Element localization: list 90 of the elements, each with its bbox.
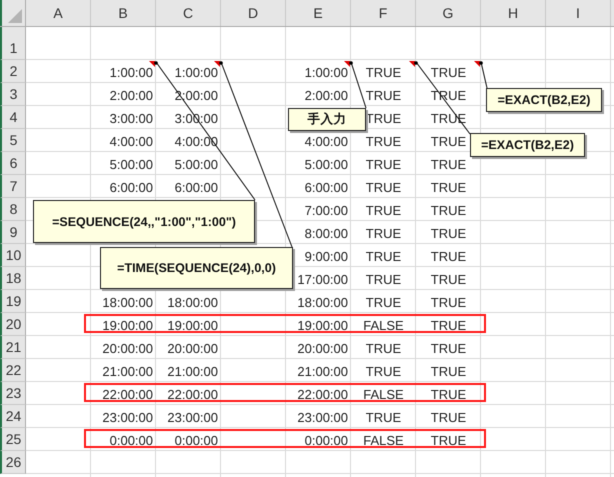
row-header[interactable]: 22: [0, 359, 26, 382]
table-cell[interactable]: TRUE: [416, 359, 481, 382]
comment-tooltip: =EXACT(B2,E2): [470, 133, 585, 157]
row-header[interactable]: 4: [0, 106, 26, 129]
table-cell[interactable]: 1:00:00: [156, 60, 221, 83]
table-cell[interactable]: TRUE: [416, 198, 481, 221]
table-cell[interactable]: 21:00:00: [286, 359, 351, 382]
table-cell[interactable]: 18:00:00: [286, 290, 351, 313]
row-header[interactable]: 9: [0, 221, 26, 244]
table-cell[interactable]: TRUE: [351, 152, 416, 175]
row-header[interactable]: 25: [0, 428, 26, 451]
table-cell[interactable]: TRUE: [351, 221, 416, 244]
table-cell[interactable]: TRUE: [351, 60, 416, 83]
table-cell[interactable]: TRUE: [416, 267, 481, 290]
comment-tooltip: =SEQUENCE(24,,"1:00","1:00"): [33, 200, 255, 243]
table-cell[interactable]: 18:00:00: [91, 290, 156, 313]
table-cell[interactable]: TRUE: [351, 336, 416, 359]
table-cell[interactable]: 20:00:00: [156, 336, 221, 359]
table-cell[interactable]: 6:00:00: [286, 175, 351, 198]
table-cell[interactable]: 21:00:00: [156, 359, 221, 382]
comment-tooltip: =EXACT(B2,E2): [486, 88, 602, 112]
table-cell[interactable]: TRUE: [416, 382, 481, 405]
table-cell[interactable]: FALSE: [351, 382, 416, 405]
table-cell[interactable]: 23:00:00: [286, 405, 351, 428]
table-cell[interactable]: 21:00:00: [91, 359, 156, 382]
table-cell[interactable]: 6:00:00: [91, 175, 156, 198]
table-cell[interactable]: TRUE: [416, 175, 481, 198]
comment-tooltip: =TIME(SEQUENCE(24),0,0): [100, 247, 293, 289]
table-cell[interactable]: 0:00:00: [91, 428, 156, 451]
table-cell[interactable]: TRUE: [416, 336, 481, 359]
row-header[interactable]: 6: [0, 152, 26, 175]
table-cell[interactable]: 4:00:00: [286, 129, 351, 152]
row-header[interactable]: 2: [0, 60, 26, 83]
table-cell[interactable]: TRUE: [416, 428, 481, 451]
table-cell[interactable]: 22:00:00: [156, 382, 221, 405]
row-header[interactable]: 5: [0, 129, 26, 152]
table-cell[interactable]: TRUE: [351, 175, 416, 198]
table-cell[interactable]: 5:00:00: [286, 152, 351, 175]
table-cell[interactable]: 5:00:00: [91, 152, 156, 175]
table-cell[interactable]: 22:00:00: [91, 382, 156, 405]
row-header[interactable]: 7: [0, 175, 26, 198]
table-cell[interactable]: 19:00:00: [156, 313, 221, 336]
table-cell[interactable]: TRUE: [416, 290, 481, 313]
row-header[interactable]: 20: [0, 313, 26, 336]
row-header[interactable]: 23: [0, 382, 26, 405]
table-cell[interactable]: TRUE: [351, 129, 416, 152]
table-cell[interactable]: 19:00:00: [286, 313, 351, 336]
table-cell[interactable]: 1:00:00: [286, 60, 351, 83]
table-cell[interactable]: 23:00:00: [156, 405, 221, 428]
table-cell[interactable]: TRUE: [416, 405, 481, 428]
table-cell[interactable]: 22:00:00: [286, 382, 351, 405]
row-header[interactable]: 24: [0, 405, 26, 428]
table-cell[interactable]: 3:00:00: [91, 106, 156, 129]
table-cell[interactable]: 18:00:00: [156, 290, 221, 313]
table-cell[interactable]: TRUE: [351, 359, 416, 382]
table-cell[interactable]: 20:00:00: [286, 336, 351, 359]
table-cell[interactable]: TRUE: [351, 290, 416, 313]
table-cell[interactable]: TRUE: [416, 221, 481, 244]
table-cell[interactable]: 1:00:00: [91, 60, 156, 83]
table-cell[interactable]: FALSE: [351, 313, 416, 336]
table-cell[interactable]: TRUE: [351, 198, 416, 221]
row-header[interactable]: 8: [0, 198, 26, 221]
row-header[interactable]: 21: [0, 336, 26, 359]
table-cell[interactable]: TRUE: [416, 313, 481, 336]
row-header[interactable]: 10: [0, 244, 26, 267]
row-header[interactable]: 1: [0, 27, 26, 60]
table-cell[interactable]: 2:00:00: [286, 83, 351, 106]
table-cell[interactable]: 4:00:00: [91, 129, 156, 152]
table-cell[interactable]: 0:00:00: [156, 428, 221, 451]
table-cell[interactable]: 20:00:00: [91, 336, 156, 359]
table-cell[interactable]: TRUE: [416, 244, 481, 267]
table-cell[interactable]: 6:00:00: [156, 175, 221, 198]
table-cell[interactable]: 7:00:00: [286, 198, 351, 221]
table-cell[interactable]: 5:00:00: [156, 152, 221, 175]
table-cell[interactable]: 23:00:00: [91, 405, 156, 428]
comment-tooltip: 手入力: [288, 108, 366, 131]
table-cell[interactable]: TRUE: [351, 405, 416, 428]
table-cell[interactable]: 8:00:00: [286, 221, 351, 244]
row-header[interactable]: 3: [0, 83, 26, 106]
table-cell[interactable]: TRUE: [416, 60, 481, 83]
row-header[interactable]: 18: [0, 267, 26, 290]
table-cell[interactable]: FALSE: [351, 428, 416, 451]
table-cell[interactable]: TRUE: [351, 244, 416, 267]
table-cell[interactable]: TRUE: [351, 83, 416, 106]
table-cell[interactable]: 0:00:00: [286, 428, 351, 451]
row-header[interactable]: 19: [0, 290, 26, 313]
table-cell[interactable]: TRUE: [351, 267, 416, 290]
table-cell[interactable]: 19:00:00: [91, 313, 156, 336]
row-header[interactable]: 26: [0, 451, 26, 474]
table-cell[interactable]: 2:00:00: [91, 83, 156, 106]
